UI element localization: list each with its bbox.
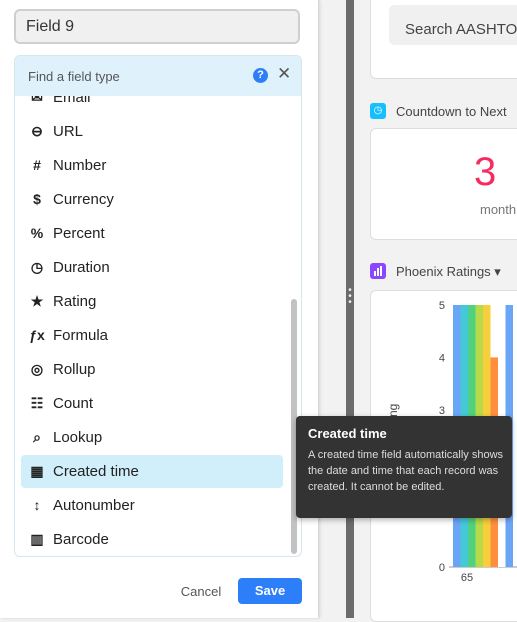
search-label: Search AASHTO: [405, 21, 517, 38]
y-tick-label: 0: [439, 562, 445, 574]
field-type-number[interactable]: # Number: [21, 149, 283, 182]
search-card: Search AASHTO: [370, 0, 517, 79]
field-type-label: Email: [53, 96, 91, 106]
countdown-unit: month: [480, 202, 517, 217]
dashboard-area: Search AASHTO ◷ Countdown to Next 3 mont…: [354, 0, 517, 622]
field-type-label: Percent: [53, 225, 105, 242]
number-icon: #: [33, 157, 41, 173]
panel-divider[interactable]: [346, 0, 354, 618]
field-type-list: ✉ Email ⊖ URL # Number $ Currency% Percent ◷ Durat…: [15, 96, 301, 556]
field-type-label: Barcode: [53, 531, 109, 548]
close-icon[interactable]: ✕: [277, 65, 291, 83]
field-type-formula[interactable]: ƒx Formula: [21, 319, 283, 352]
drag-handle-icon[interactable]: • • •: [347, 286, 353, 308]
countdown-title: Countdown to Next: [396, 104, 507, 119]
field-type-currency[interactable]: $ Currency: [21, 183, 283, 216]
field-type-label: Lookup: [53, 429, 103, 446]
rollup-icon: ◎: [30, 361, 44, 377]
field-type-tooltip: Created time A created time field automa…: [296, 416, 512, 518]
star-icon: ★: [30, 293, 44, 309]
field-type-rating[interactable]: ★ Rating: [21, 285, 283, 318]
percent-icon: %: [30, 225, 44, 241]
cancel-button[interactable]: Cancel: [170, 578, 232, 606]
tooltip-body: A created time field automatically shows…: [308, 449, 504, 493]
field-type-picker: Find a field type ? ✕ ✉ Email ⊖ URL # Number $…: [14, 55, 302, 557]
clock-icon: ◷: [30, 259, 44, 275]
field-type-lookup[interactable]: ⌕ Lookup: [21, 421, 283, 454]
save-button[interactable]: Save: [238, 578, 302, 604]
countdown-value: 3: [474, 150, 497, 194]
field-type-label: Duration: [53, 259, 110, 276]
field-type-label: URL: [53, 123, 84, 140]
field-type-autonumber[interactable]: ↕ Autonumber: [21, 489, 283, 522]
field-type-rollup[interactable]: ◎ Rollup: [21, 353, 283, 386]
created-time-icon: ▦: [30, 463, 44, 479]
barcode-icon: ▥: [30, 531, 44, 547]
y-tick-label: 3: [439, 405, 445, 417]
field-type-label: Count: [53, 395, 94, 412]
field-type-label: Number: [53, 157, 107, 174]
field-type-search-placeholder[interactable]: Find a field type: [28, 69, 120, 84]
field-type-label: Autonumber: [53, 497, 135, 514]
field-type-label: Rollup: [53, 361, 96, 378]
x-tick-label: 65: [461, 572, 473, 584]
currency-icon: $: [33, 191, 41, 207]
field-type-email[interactable]: ✉ Email: [21, 96, 283, 114]
search-box[interactable]: Search AASHTO: [389, 5, 517, 45]
field-type-created-time[interactable]: ▦ Created time: [21, 455, 283, 488]
field-type-count[interactable]: ☷ Count: [21, 387, 283, 420]
link-icon: ⊖: [31, 123, 43, 139]
field-type-duration[interactable]: ◷ Duration: [21, 251, 283, 284]
field-type-barcode[interactable]: ▥ Barcode: [21, 523, 283, 556]
y-tick-label: 5: [439, 300, 445, 312]
tooltip-title: Created time: [308, 426, 387, 441]
bar-chart-icon: [370, 263, 386, 279]
lookup-icon: ⌕: [33, 429, 41, 445]
formula-icon: ƒx: [29, 327, 45, 343]
field-type-label: Currency: [53, 191, 114, 208]
count-icon: ☷: [30, 395, 44, 411]
email-icon: ✉: [31, 96, 43, 105]
field-type-url[interactable]: ⊖ URL: [21, 115, 283, 148]
field-type-label: Rating: [53, 293, 97, 310]
autonumber-icon: ↕: [33, 497, 41, 513]
field-type-label: Formula: [53, 327, 109, 344]
help-icon[interactable]: ?: [253, 68, 268, 83]
field-type-search-bar[interactable]: Find a field type ? ✕: [15, 56, 301, 96]
y-tick-label: 4: [439, 352, 445, 364]
ratings-chart-title[interactable]: Phoenix Ratings ▾: [396, 264, 501, 280]
field-type-label: Created time: [53, 463, 139, 480]
field-name-input[interactable]: [14, 9, 300, 44]
clock-icon: ◷: [370, 103, 386, 119]
field-config-panel: Find a field type ? ✕ ✉ Email ⊖ URL # Number $…: [0, 0, 319, 618]
field-type-percent[interactable]: % Percent: [21, 217, 283, 250]
